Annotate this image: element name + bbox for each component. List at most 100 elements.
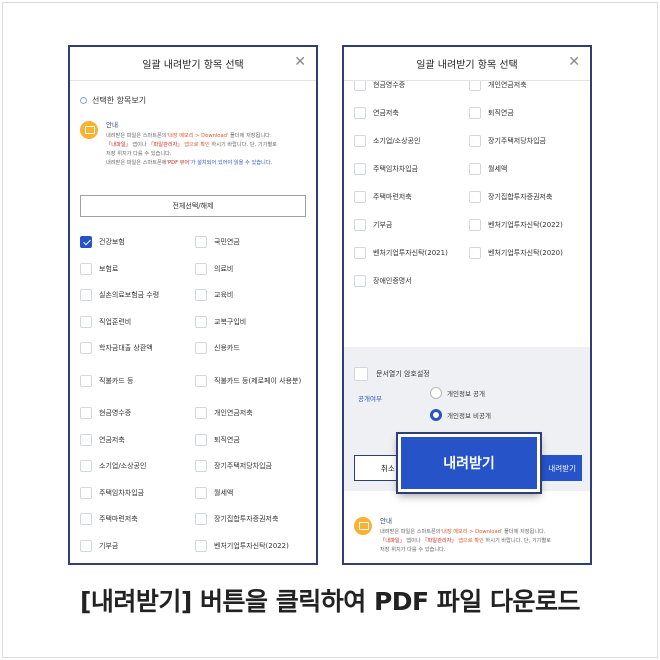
password-checkbox[interactable] [354, 367, 368, 381]
checkbox-item[interactable]: 주택임차차입금 [80, 486, 195, 499]
checkbox-label: 보험료 [99, 264, 119, 273]
checkbox-label: 벤처기업투자신탁(2022) [488, 221, 563, 229]
checkbox-item[interactable]: 주택임차차입금 [354, 163, 469, 175]
close-icon[interactable]: ✕ [568, 55, 580, 69]
checkbox-item[interactable]: 장기주택저당차입금 [469, 135, 584, 147]
checkbox-item[interactable]: 연금저축 [80, 433, 195, 446]
checkbox-item[interactable]: 주택마련저축 [80, 513, 195, 526]
checkbox-item[interactable]: 직불카드 등 [80, 374, 195, 387]
checkbox[interactable] [195, 513, 207, 526]
checkbox[interactable] [469, 107, 481, 119]
checkbox-label: 월세액 [214, 488, 234, 497]
checkbox-label: 주택임차차입금 [99, 488, 145, 497]
checkbox[interactable] [80, 262, 92, 275]
checkbox-item[interactable]: 개인연금저축 [195, 407, 310, 420]
checkbox[interactable] [195, 433, 207, 446]
radio-private-button[interactable] [430, 409, 442, 421]
checkbox-item[interactable]: 학자금대출 상환액 [80, 342, 195, 355]
checkbox[interactable] [80, 539, 92, 552]
checkbox-item[interactable]: 벤처기업투자신탁(2022) [469, 219, 584, 231]
checkbox[interactable] [354, 247, 366, 259]
checkbox[interactable] [469, 163, 481, 175]
checkbox[interactable] [354, 219, 366, 231]
checkbox[interactable] [195, 262, 207, 275]
checkbox-item[interactable]: 직업훈련비 [80, 315, 195, 328]
checkbox-item[interactable]: 소기업/소상공인 [80, 460, 195, 473]
checkbox-row: 주택임차차입금 월세액 [80, 480, 310, 507]
checkbox[interactable] [354, 191, 366, 203]
checkbox[interactable] [195, 289, 207, 302]
checkbox-item[interactable]: 장기집합투자증권저축 [195, 513, 310, 526]
download-button-zoomed[interactable]: 내려받기 [396, 432, 542, 494]
checkbox-item[interactable]: 의료비 [195, 262, 310, 275]
checkbox-item[interactable]: 퇴직연금 [195, 433, 310, 446]
checkbox-item[interactable]: 직불카드 등(제로페이 사용분) [195, 374, 310, 387]
checkbox-item[interactable]: 실손의료보험금 수령 [80, 289, 195, 302]
select-all-button[interactable]: 전체선택/해제 [80, 195, 306, 217]
selected-items-heading[interactable]: 선택한 항목보기 [80, 95, 146, 106]
checkbox[interactable] [195, 342, 207, 355]
checkbox-item[interactable]: 소기업/소상공인 [354, 135, 469, 147]
checkbox-item[interactable]: 건강보험 [80, 236, 195, 249]
checkbox-row: 직불카드 등 직불카드 등(제로페이 사용분) [80, 362, 310, 401]
checkbox-item[interactable]: 기부금 [80, 539, 195, 552]
checkbox[interactable] [80, 513, 92, 526]
checkbox-label: 주택임차차입금 [373, 165, 419, 173]
checkbox[interactable] [195, 236, 207, 249]
checkbox-item[interactable]: 교복구입비 [195, 315, 310, 328]
checkbox[interactable] [80, 407, 92, 420]
checkbox[interactable] [195, 315, 207, 328]
checkbox-item[interactable]: 교육비 [195, 289, 310, 302]
password-option[interactable]: 문서열기 암호설정 [354, 367, 430, 381]
checkbox[interactable] [80, 460, 92, 473]
checkbox-label: 장기집합투자증권저축 [488, 193, 553, 201]
checkbox[interactable] [195, 374, 207, 387]
checkbox-item[interactable]: 장기집합투자증권저축 [469, 191, 584, 203]
checkbox[interactable] [354, 163, 366, 175]
notice-line-3: 저장 위치가 다를 수 있습니다. [106, 151, 172, 157]
checkbox-item[interactable]: 벤처기업투자신탁(2020) [469, 247, 584, 259]
radio-private[interactable]: 개인정보 비공개 [430, 409, 491, 421]
checkbox-item[interactable]: 현금영수증 [80, 407, 195, 420]
checkbox[interactable] [80, 433, 92, 446]
checkbox[interactable] [354, 107, 366, 119]
checkbox-item[interactable]: 기부금 [354, 219, 469, 231]
checkbox-label: 장기주택저당차입금 [488, 137, 546, 145]
checkbox-item[interactable]: 벤처기업투자신탁(2022) [195, 539, 310, 552]
checkbox-item[interactable]: 장기주택저당차입금 [195, 460, 310, 473]
checkbox[interactable] [195, 460, 207, 473]
checkbox[interactable] [469, 247, 481, 259]
checkbox-item[interactable]: 신용카드 [195, 342, 310, 355]
checkbox-label: 개인연금저축 [214, 409, 253, 418]
close-icon[interactable]: ✕ [294, 55, 306, 69]
checkbox[interactable] [469, 135, 481, 147]
checkbox[interactable] [469, 191, 481, 203]
checkbox[interactable] [354, 135, 366, 147]
checkbox-item[interactable]: 보험료 [80, 262, 195, 275]
checkbox-item[interactable]: 연금저축 [354, 107, 469, 119]
checkbox-item[interactable]: 월세액 [469, 163, 584, 175]
checkbox[interactable] [80, 374, 92, 387]
checkbox-row: 직업훈련비 교복구입비 [80, 309, 310, 336]
checkbox-item[interactable]: 퇴직연금 [469, 107, 584, 119]
checkbox-label: 벤처기업투자신탁(2021) [373, 249, 448, 257]
checkbox[interactable] [195, 539, 207, 552]
checkbox[interactable] [80, 236, 92, 249]
radio-public-button[interactable] [430, 387, 442, 399]
checkbox[interactable] [195, 486, 207, 499]
checkbox[interactable] [80, 315, 92, 328]
checkbox[interactable] [80, 486, 92, 499]
checkbox-item[interactable]: 주택마련저축 [354, 191, 469, 203]
checkbox[interactable] [469, 219, 481, 231]
radio-public[interactable]: 개인정보 공개 [430, 387, 485, 399]
checkbox-item[interactable]: 벤처기업투자신탁(2021) [354, 247, 469, 259]
checkbox-item[interactable]: 장애인증명서 [354, 275, 469, 287]
checkbox[interactable] [80, 342, 92, 355]
checkbox-item[interactable]: 월세액 [195, 486, 310, 499]
checkbox[interactable] [354, 275, 366, 287]
checkbox-item[interactable]: 국민연금 [195, 236, 310, 249]
checkbox[interactable] [195, 407, 207, 420]
checkbox[interactable] [80, 289, 92, 302]
left-phone-screen: 일괄 내려받기 항목 선택 ✕ 선택한 항목보기 안내 내려받은 파일은 스마트… [68, 45, 318, 565]
checkbox-row: 현금영수증 개인연금저축 [80, 400, 310, 427]
